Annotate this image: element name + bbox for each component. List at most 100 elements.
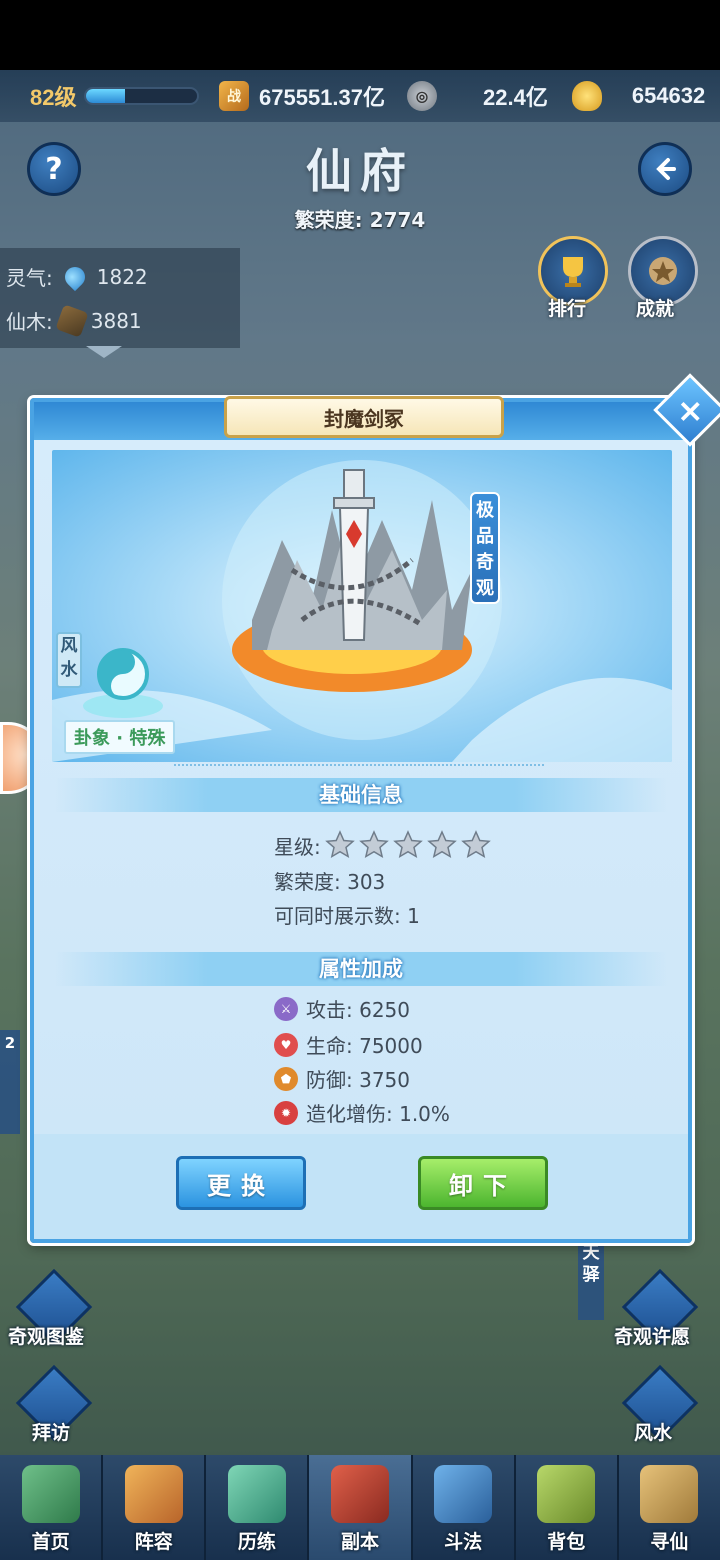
wonder-name: 封魔剑冢 (324, 406, 404, 431)
rank-label: 排行 (548, 298, 587, 320)
total-prosperity: 繁荣度: 2774 (294, 208, 426, 232)
player-level: 82级 (30, 85, 77, 110)
bottom-nav: 首页 阵容 历练 副本 斗法 背包 寻仙 (0, 1455, 720, 1560)
attr-attack: ⚔ 攻击: 6250 (274, 994, 410, 1023)
gold-ingot-icon (571, 81, 602, 111)
medal-star-icon (649, 257, 677, 285)
star-rating: 星级: (274, 830, 491, 860)
divider (174, 764, 544, 766)
trophy-icon (563, 257, 583, 287)
wood-log-icon (55, 303, 89, 338)
xp-bar-fill (86, 89, 125, 103)
nav-duel-label: 斗法 (444, 1531, 483, 1553)
nav-seek[interactable]: 寻仙 (619, 1455, 720, 1560)
replace-button[interactable]: 更换 (176, 1156, 306, 1210)
visit-label: 拜访 (32, 1422, 71, 1444)
button-area (34, 1134, 688, 1239)
star-icon (460, 830, 491, 859)
gourd-icon (227, 1465, 286, 1523)
relay-station-label: 天驿 (582, 1243, 600, 1285)
shield-icon: ⬟ (274, 1066, 298, 1091)
sword-icon: ⚔ (274, 996, 298, 1021)
lingqi-stat: 灵气: 1822 (6, 262, 148, 291)
xianmu-label: 仙木: (6, 310, 53, 334)
wonder-wish-label: 奇观许愿 (614, 1326, 691, 1348)
attribute-header: 属性加成 (54, 952, 668, 986)
wonder-codex-label: 奇观图鉴 (8, 1326, 85, 1348)
home-icon (21, 1465, 80, 1523)
attr-dmg-text: 造化增伤: 1.0% (306, 1102, 450, 1126)
lingqi-label: 灵气: (6, 266, 53, 290)
display-count: 可同时展示数: 1 (274, 900, 420, 929)
currency-2[interactable]: ◎ 22.4亿 (407, 80, 548, 112)
nav-bag[interactable]: 背包 (516, 1455, 619, 1560)
star-icon (324, 830, 355, 859)
attr-def-text: 防御: 3750 (306, 1068, 410, 1092)
resource-bar: 82级 战 675551.37亿 ◎ 22.4亿 654632 (0, 70, 720, 122)
bagua-icon (83, 648, 163, 718)
xianmu-stat: 仙木: 3881 (6, 303, 142, 338)
currency-1-value: 675551.37亿 (259, 85, 385, 110)
nav-seek-label: 寻仙 (650, 1531, 689, 1553)
back-arrow-icon (656, 158, 676, 180)
expand-arrow-icon[interactable] (86, 346, 122, 358)
nav-lineup[interactable]: 阵容 (103, 1455, 207, 1560)
nav-bag-label: 背包 (547, 1531, 586, 1553)
orchard-count: 2 (4, 1034, 16, 1052)
star-icon (392, 830, 423, 859)
water-drop-icon (60, 262, 89, 291)
basic-info-header: 基础信息 (54, 778, 668, 812)
wonder-prosperity: 繁荣度: 303 (274, 866, 385, 895)
nav-training-label: 历练 (237, 1531, 276, 1553)
gua-type-text: 卦象 · 特殊 (74, 728, 166, 749)
back-button[interactable] (638, 142, 692, 196)
bag-icon (537, 1465, 596, 1523)
heart-icon: ♥ (274, 1032, 298, 1057)
lingqi-value: 1822 (96, 264, 148, 289)
star-icon (426, 830, 457, 859)
xianmu-value: 3881 (90, 308, 142, 333)
currency-3-value: 654632 (631, 83, 706, 108)
resource-stats-panel: 灵气: 1822 仙木: 3881 (0, 248, 240, 348)
gua-type-label: 卦象 · 特殊 (64, 720, 176, 754)
currency-3[interactable]: 654632 (571, 81, 706, 111)
wonder-detail-modal: 封魔剑冢 极品奇观 风水 卦象 · 特殊 基础信息 星级: 繁荣度: 303 可… (30, 396, 692, 1243)
star-icon (358, 830, 389, 859)
nav-lineup-label: 阵容 (134, 1531, 173, 1553)
nav-home[interactable]: 首页 (0, 1455, 104, 1560)
display-count-text: 可同时展示数: 1 (274, 904, 420, 928)
silver-coin-icon: ◎ (407, 81, 437, 111)
star-label: 星级: (274, 834, 321, 859)
achievement-label: 成就 (636, 298, 675, 320)
nav-training[interactable]: 历练 (206, 1455, 310, 1560)
currency-2-value: 22.4亿 (483, 85, 548, 110)
orchard-side-tab[interactable]: 2 (0, 1030, 20, 1134)
nav-dungeon-label: 副本 (340, 1531, 379, 1553)
quality-badge: 极品奇观 (470, 492, 500, 604)
modal-title: 封魔剑冢 (224, 396, 504, 438)
page-title: 仙府 (306, 146, 414, 197)
nav-home-label: 首页 (31, 1531, 70, 1553)
attr-def: ⬟ 防御: 3750 (274, 1064, 410, 1093)
nav-dungeon[interactable]: 副本 (309, 1455, 413, 1560)
cards-icon (124, 1465, 183, 1523)
attr-hp: ♥ 生命: 75000 (274, 1030, 423, 1059)
attr-hp-text: 生命: 75000 (306, 1034, 423, 1058)
fengshui-label: 风水 (634, 1422, 673, 1444)
star-list (321, 830, 491, 860)
currency-1[interactable]: 战 675551.37亿 (219, 80, 385, 112)
coin-badge-icon: 战 (219, 81, 249, 111)
gate-icon (330, 1465, 389, 1523)
unload-button[interactable]: 卸下 (418, 1156, 548, 1210)
attr-dmg: ✹ 造化增伤: 1.0% (274, 1098, 450, 1127)
damage-icon: ✹ (274, 1100, 298, 1125)
attr-attack-text: 攻击: 6250 (306, 998, 410, 1022)
fengshui-tag-text: 风水 (60, 636, 78, 680)
close-x-icon: × (676, 391, 704, 429)
wonder-showcase: 极品奇观 风水 卦象 · 特殊 (52, 450, 672, 762)
xp-bar (84, 87, 199, 105)
quality-badge-text: 极品奇观 (476, 500, 494, 599)
crossed-swords-icon (434, 1465, 493, 1523)
scroll-icon (640, 1465, 699, 1523)
nav-duel[interactable]: 斗法 (413, 1455, 516, 1560)
